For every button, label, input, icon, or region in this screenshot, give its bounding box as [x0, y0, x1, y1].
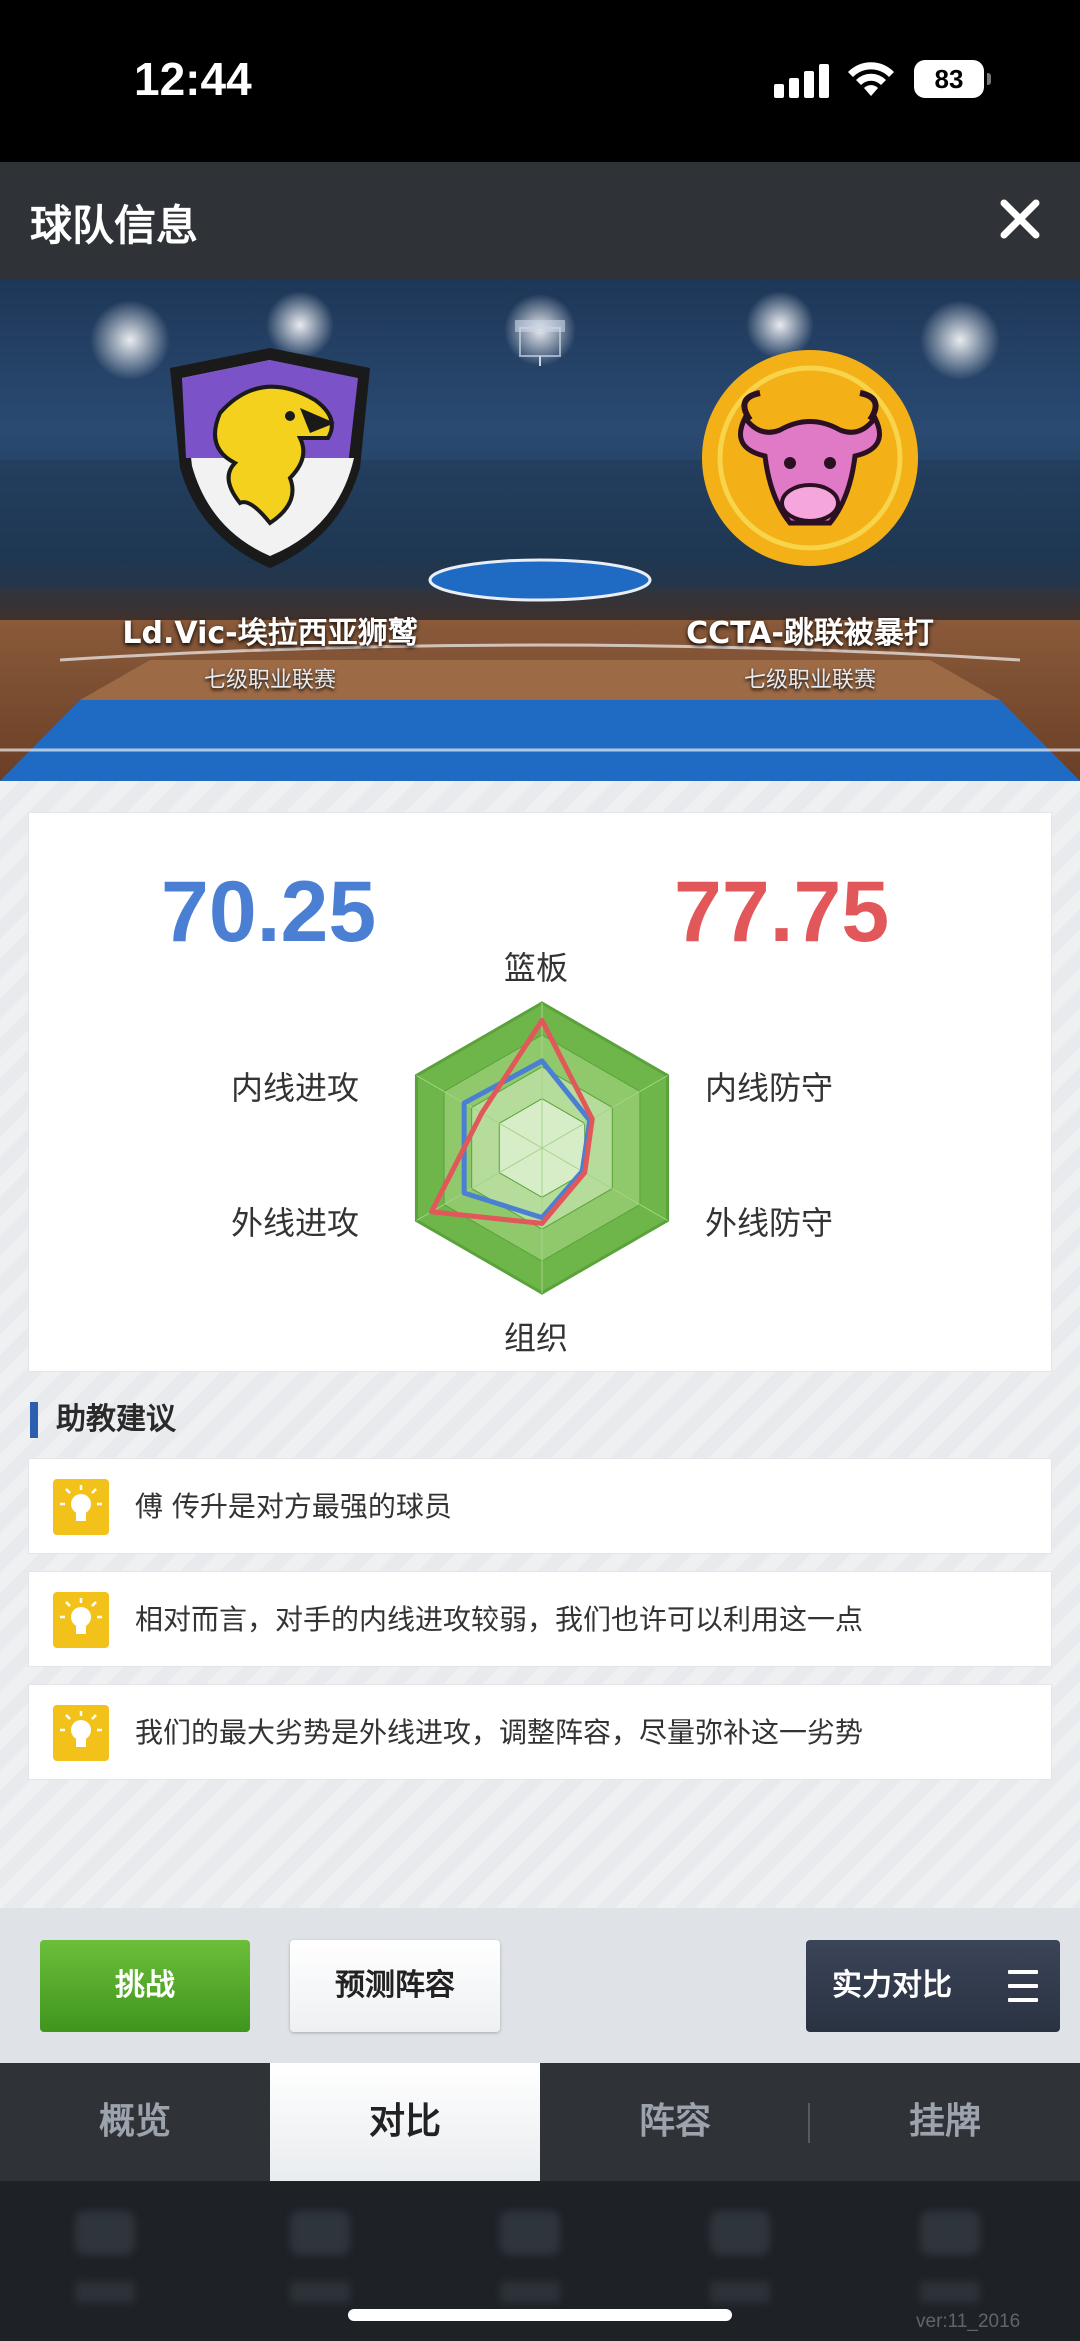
menu-icon	[1008, 1970, 1038, 2002]
advice-text: 傅 传升是对方最强的球员	[135, 1490, 452, 1523]
blurred-nav-label	[710, 2281, 770, 2303]
team-right-name: CCTA-跳联被暴打	[686, 616, 934, 651]
axis-label-inside-defense: 内线防守	[705, 1069, 834, 1107]
blurred-nav-label	[290, 2281, 350, 2303]
tab-lineup[interactable]: 阵容	[540, 2063, 810, 2181]
team-right-league: 七级职业联赛	[743, 668, 876, 693]
lightbulb-icon	[53, 1705, 109, 1761]
axis-label-perimeter-offense: 外线进攻	[231, 1204, 360, 1242]
advice-item: 相对而言，对手的内线进攻较弱，我们也许可以利用这一点	[28, 1571, 1052, 1667]
advice-text: 相对而言，对手的内线进攻较弱，我们也许可以利用这一点	[135, 1603, 864, 1636]
team-right: CCTA-跳联被暴打 七级职业联赛	[610, 338, 1010, 694]
axis-label-inside-offense: 内线进攻	[231, 1069, 360, 1107]
signal-icon	[774, 62, 832, 98]
version-label: ver:11_2016	[916, 2311, 1021, 2332]
bull-badge-logo	[690, 338, 930, 578]
predict-lineup-button[interactable]: 预测阵容	[290, 1940, 500, 2032]
tab-bar: 概览 对比 阵容 挂牌	[0, 2063, 1080, 2181]
tab-compare[interactable]: 对比	[270, 2063, 540, 2181]
team-banner: Ld.Vic-埃拉西亚狮鹫 七级职业联赛 CCTA-跳联被暴打 七级职业联赛	[0, 280, 1080, 781]
blurred-nav-label	[75, 2281, 135, 2303]
team-left-name: Ld.Vic-埃拉西亚狮鹫	[122, 616, 418, 651]
axis-label-rebound: 篮板	[504, 949, 569, 987]
team-left-league: 七级职业联赛	[203, 668, 336, 693]
blurred-nav-label	[920, 2281, 980, 2303]
page-title: 球队信息	[30, 201, 199, 250]
blurred-nav-icon	[75, 2211, 135, 2255]
close-button[interactable]	[990, 189, 1050, 249]
bottom-nav-blurred: ver:11_2016	[0, 2181, 1080, 2341]
lightbulb-icon	[53, 1592, 109, 1648]
advice-section-title: 助教建议	[30, 1402, 176, 1438]
blurred-nav-icon	[920, 2211, 980, 2255]
advice-item: 我们的最大劣势是外线进攻，调整阵容，尽量弥补这一劣势	[28, 1684, 1052, 1780]
tab-listing[interactable]: 挂牌	[810, 2063, 1080, 2181]
axis-label-playmaking: 组织	[504, 1319, 569, 1357]
axis-label-perimeter-defense: 外线防守	[705, 1204, 834, 1242]
battery-icon: 83	[914, 60, 991, 98]
challenge-button[interactable]: 挑战	[40, 1940, 250, 2032]
blurred-nav-icon	[710, 2211, 770, 2255]
advice-item: 傅 传升是对方最强的球员	[28, 1458, 1052, 1554]
strength-compare-button[interactable]: 实力对比	[806, 1940, 1060, 2032]
status-time: 12:44	[134, 53, 252, 105]
tab-overview[interactable]: 概览	[0, 2063, 270, 2181]
header: 球队信息	[0, 162, 1080, 280]
home-indicator	[348, 2309, 732, 2321]
blurred-nav-icon	[290, 2211, 350, 2255]
status-bar: 12:44 83	[0, 0, 1080, 162]
advice-text: 我们的最大劣势是外线进攻，调整阵容，尽量弥补这一劣势	[135, 1716, 864, 1749]
griffin-shield-logo	[150, 338, 390, 578]
blurred-nav-icon	[500, 2211, 560, 2255]
close-icon	[1000, 199, 1040, 239]
team-left: Ld.Vic-埃拉西亚狮鹫 七级职业联赛	[70, 338, 470, 694]
radar-chart	[414, 1001, 670, 1295]
action-bar: 挑战 预测阵容 实力对比	[0, 1908, 1080, 2063]
wifi-icon	[846, 58, 896, 98]
strength-compare-label: 实力对比	[832, 1968, 952, 2003]
strength-comparison-card: 70.25 77.75 篮板 内线防守 外线防守 组织 外线进攻 内线进攻	[28, 812, 1052, 1372]
lightbulb-icon	[53, 1479, 109, 1535]
blurred-nav-label	[500, 2281, 560, 2303]
